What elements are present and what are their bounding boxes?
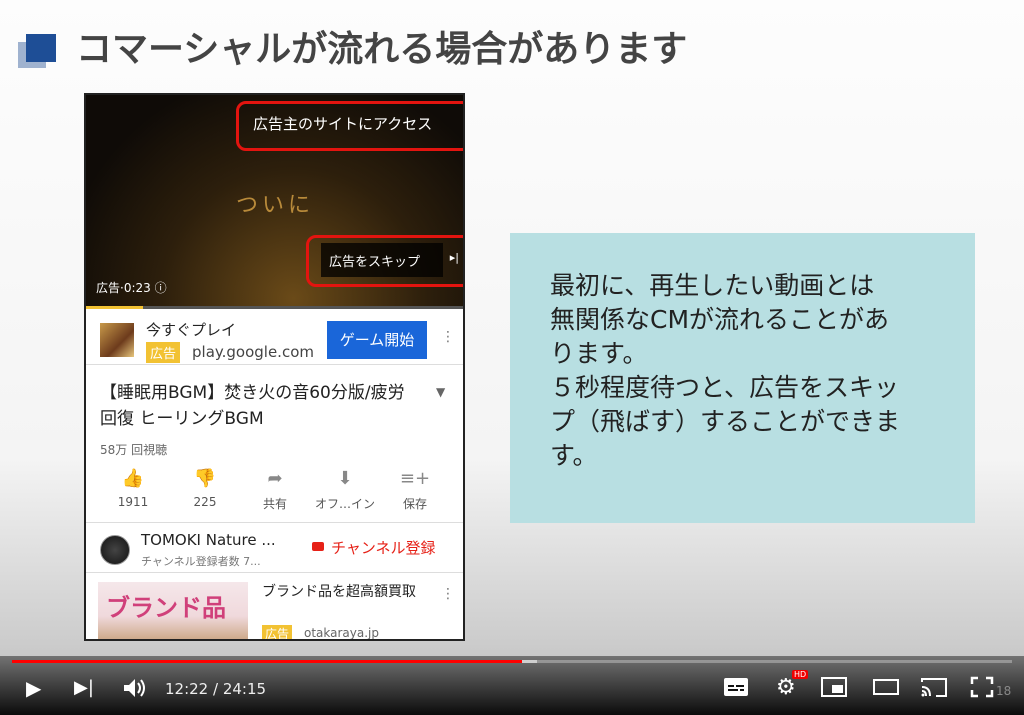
time-display: 12:22 / 24:15 (165, 680, 267, 698)
seek-bar[interactable] (12, 660, 1012, 663)
channel-name[interactable]: TOMOKI Nature ... (141, 531, 276, 549)
theater-icon-svg (873, 679, 899, 695)
youtube-icon (312, 542, 324, 551)
dislike-button[interactable]: 👎 225 (170, 467, 240, 509)
skip-ad-highlight: 広告をスキップ ▸| (306, 235, 463, 287)
save-label: 保存 (402, 497, 427, 511)
fullscreen-icon-svg (970, 676, 994, 698)
channel-row[interactable]: TOMOKI Nature ... チャンネル登録者数 7... チャンネル登録 (86, 525, 463, 573)
like-button[interactable]: 👍 1911 (98, 467, 168, 509)
channel-avatar[interactable] (100, 535, 130, 565)
thumbs-down-icon: 👎 (193, 468, 217, 489)
video-actions: 👍 1911 👎 225 ➦ 共有 ⬇ オフ…イン ≡+ 保存 (86, 467, 463, 523)
promo-image: ブランド品 (98, 582, 248, 639)
ad-video[interactable]: ついに 広告主のサイトにアクセス 広告をスキップ ▸| 広告·0:23 ⓘ (86, 95, 463, 309)
settings-gear-icon[interactable]: ⚙ (776, 676, 796, 700)
ad-app-name: 今すぐプレイ (146, 321, 237, 339)
thumbs-up-icon: 👍 (121, 468, 145, 489)
more-vert-icon[interactable]: ⋮ (441, 329, 455, 345)
skip-next-icon: ▸| (449, 251, 459, 264)
video-player-controls: ▶ ▶| 12:22 / 24:15 ⚙ HD 18 (0, 656, 1024, 715)
corner-number: 18 (996, 684, 1012, 698)
hd-badge: HD (792, 670, 809, 679)
ad-domain: play.google.com (192, 343, 314, 361)
ad-badge: 広告 (146, 342, 181, 363)
promo-ad-badge: 広告 (262, 625, 293, 639)
dislike-count: 225 (193, 495, 217, 509)
promo-more-icon[interactable]: ⋮ (441, 586, 455, 602)
seek-bar-played (12, 660, 522, 663)
app-thumbnail (100, 323, 134, 357)
miniplayer-icon[interactable] (820, 676, 848, 703)
ad-timer: 広告·0:23 ⓘ (96, 281, 167, 295)
promo-domain: otakaraya.jp (304, 626, 379, 640)
promo-row[interactable]: ブランド品 ブランド品を超高額買取 ⋮ 広告 otakaraya.jp (86, 574, 463, 640)
video-title: 【睡眠用BGM】焚き火の音60分版/疲労回復 ヒーリングBGM (100, 383, 405, 429)
cast-icon[interactable] (920, 676, 948, 703)
save-playlist-icon: ≡+ (399, 468, 431, 489)
miniplayer-icon-svg (821, 677, 847, 697)
play-icon[interactable]: ▶ (26, 676, 41, 700)
ad-row[interactable]: 今すぐプレイ 広告 play.google.com ゲーム開始 ⋮ (86, 309, 463, 365)
subscribe-button[interactable]: チャンネル登録 (331, 537, 436, 558)
next-icon[interactable]: ▶| (74, 676, 94, 700)
cast-icon-svg (921, 678, 947, 697)
volume-icon[interactable] (122, 676, 148, 705)
start-game-button[interactable]: ゲーム開始 (327, 321, 427, 359)
offline-button[interactable]: ⬇ オフ…イン (310, 467, 380, 512)
fullscreen-icon[interactable] (970, 676, 994, 703)
theater-mode-icon[interactable] (872, 676, 900, 703)
download-icon: ⬇ (337, 468, 353, 489)
save-button[interactable]: ≡+ 保存 (380, 467, 450, 512)
explanation-box: 最初に、再生したい動画とは 無関係なCMが流れることがあ ります。 ５秒程度待つ… (510, 233, 975, 523)
offline-label: オフ…イン (314, 497, 375, 511)
skip-ad-button[interactable]: 広告をスキップ ▸| (321, 243, 459, 277)
subtitles-icon-svg (724, 678, 748, 696)
subtitles-icon[interactable] (722, 676, 750, 703)
view-count: 58万 回視聴 (100, 443, 168, 457)
visit-advertiser-link[interactable]: 広告主のサイトにアクセス (236, 101, 463, 151)
share-label: 共有 (262, 497, 287, 511)
slide-title: コマーシャルが流れる場合があります (76, 29, 688, 70)
phone-screenshot: ついに 広告主のサイトにアクセス 広告をスキップ ▸| 広告·0:23 ⓘ 今す… (84, 93, 465, 641)
volume-icon-svg (124, 679, 145, 697)
title-mark-square (26, 34, 56, 62)
promo-title: ブランド品を超高額買取 (262, 584, 416, 600)
expand-description-icon[interactable]: ▼ (436, 385, 445, 399)
share-icon: ➦ (267, 468, 283, 489)
ad-caption: ついに (236, 193, 315, 218)
channel-subscriber-count: チャンネル登録者数 7... (141, 555, 261, 568)
share-button[interactable]: ➦ 共有 (240, 467, 310, 512)
explanation-text: 最初に、再生したい動画とは 無関係なCMが流れることがあ ります。 ５秒程度待つ… (550, 271, 901, 470)
slide: コマーシャルが流れる場合があります ついに 広告主のサイトにアクセス 広告をスキ… (0, 0, 1024, 656)
skip-ad-label: 広告をスキップ (329, 255, 421, 270)
like-count: 1911 (117, 495, 149, 509)
